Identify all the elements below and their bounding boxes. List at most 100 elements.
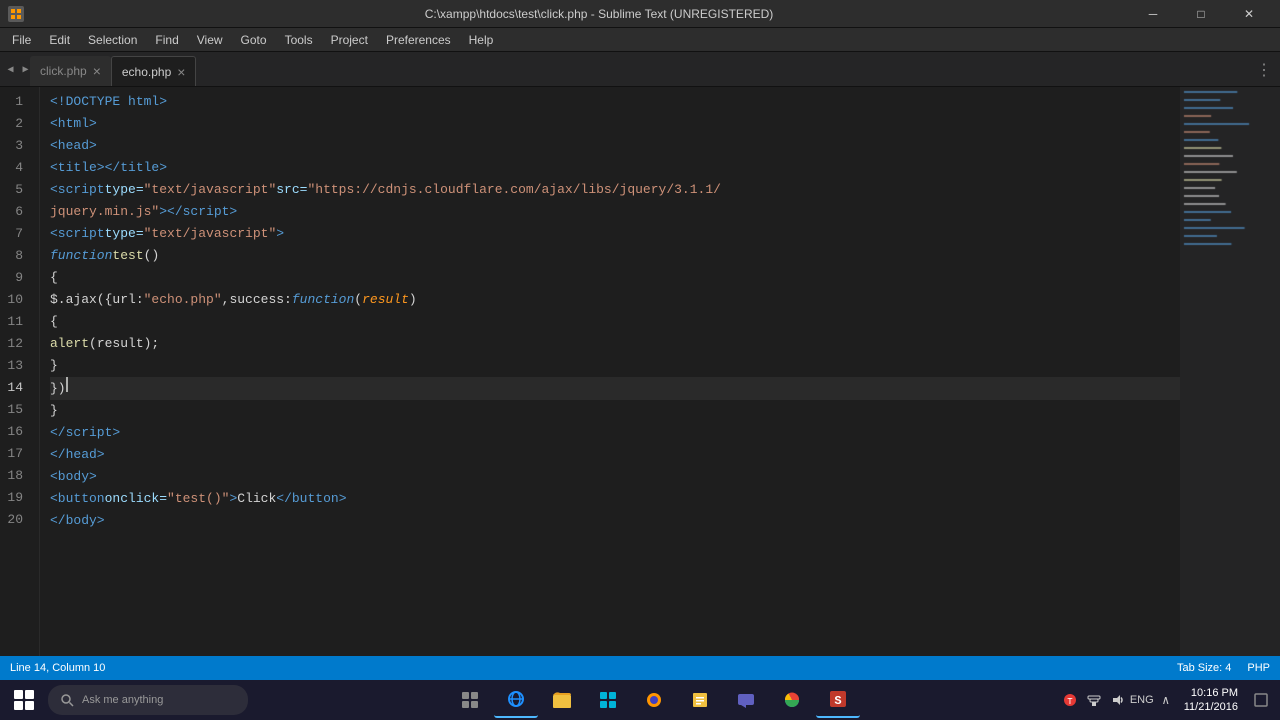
svg-text:T: T (1067, 697, 1073, 707)
code-line-5: <script type="text/javascript" src="http… (50, 179, 1180, 201)
code-area[interactable]: <!DOCTYPE html><html><head> <title></tit… (40, 87, 1180, 656)
minimap (1180, 87, 1280, 656)
line-number-16: 16 (0, 421, 31, 443)
tab-click-php-label: click.php (40, 64, 87, 78)
tab-right-controls: ⋮ (1248, 52, 1280, 87)
menu-item-edit[interactable]: Edit (41, 31, 78, 49)
task-view-button[interactable] (448, 682, 492, 718)
tray-keyboard-icon[interactable]: ENG (1132, 690, 1152, 710)
tab-size-indicator[interactable]: Tab Size: 4 (1177, 662, 1231, 674)
tab-echo-php-label: echo.php (122, 65, 171, 79)
store-button[interactable] (586, 682, 630, 718)
start-button[interactable] (4, 682, 44, 718)
code-line-2: <html> (50, 113, 1180, 135)
system-clock[interactable]: 10:16 PM 11/21/2016 (1184, 686, 1238, 715)
tab-echo-php-close[interactable]: × (177, 65, 185, 79)
line-numbers: 1234567891011121314151617181920 (0, 87, 40, 656)
line-number-8: 8 (0, 245, 31, 267)
title-bar: C:\xampp\htdocs\test\click.php - Sublime… (0, 0, 1280, 28)
task-view-icon (460, 690, 480, 710)
code-line-6: jquery.min.js"></script> (50, 201, 1180, 223)
tray-volume-icon[interactable] (1108, 690, 1128, 710)
files-button[interactable] (678, 682, 722, 718)
line-number-20: 20 (0, 509, 31, 531)
messages-button[interactable] (724, 682, 768, 718)
menu-item-tools[interactable]: Tools (277, 31, 321, 49)
code-line-9: { (50, 267, 1180, 289)
line-number-10: 10 (0, 289, 31, 311)
tab-bar: ◀ ▶ click.php × echo.php × ⋮ (0, 52, 1280, 87)
search-bar[interactable]: Ask me anything (48, 685, 248, 715)
code-line-14: }) (50, 377, 1180, 400)
close-button[interactable]: ✕ (1226, 0, 1272, 28)
menu-item-goto[interactable]: Goto (233, 31, 275, 49)
line-number-9: 9 (0, 267, 31, 289)
line-col-indicator[interactable]: Line 14, Column 10 (10, 662, 105, 674)
code-line-15: } (50, 400, 1180, 422)
line-number-15: 15 (0, 399, 31, 421)
line-number-3: 3 (0, 135, 31, 157)
sublime-icon: S (827, 688, 849, 710)
taskbar: Ask me anything (0, 680, 1280, 720)
line-number-4: 4 (0, 157, 31, 179)
ie-button[interactable] (494, 682, 538, 718)
menu-item-find[interactable]: Find (147, 31, 186, 49)
menu-item-help[interactable]: Help (461, 31, 502, 49)
status-left: Line 14, Column 10 (10, 662, 105, 674)
tab-click-php-close[interactable]: × (93, 64, 101, 78)
file-explorer-icon (551, 689, 573, 711)
tray-antivirus-icon[interactable]: T (1060, 690, 1080, 710)
line-number-5: 5 (0, 179, 31, 201)
line-number-19: 19 (0, 487, 31, 509)
clock-time: 10:16 PM (1184, 686, 1238, 700)
line-number-11: 11 (0, 311, 31, 333)
taskbar-right: T ENG ∧ 10:16 PM 11/21/2016 (1060, 685, 1276, 715)
minimize-button[interactable]: ─ (1130, 0, 1176, 28)
window-controls: ─ □ ✕ (1130, 0, 1272, 28)
tab-overflow-button[interactable]: ⋮ (1252, 60, 1276, 80)
volume-icon (1110, 692, 1126, 708)
code-line-18: <body> (50, 466, 1180, 488)
text-cursor (66, 377, 68, 392)
menu-item-file[interactable]: File (4, 31, 39, 49)
sublime-button[interactable]: S (816, 682, 860, 718)
search-placeholder: Ask me anything (82, 694, 163, 706)
line-number-7: 7 (0, 223, 31, 245)
line-number-14: 14 (0, 377, 31, 399)
tab-prev-button[interactable]: ◀ (4, 52, 17, 87)
line-number-2: 2 (0, 113, 31, 135)
notification-icon (1253, 692, 1269, 708)
tray-network-icon[interactable] (1084, 690, 1104, 710)
menu-item-selection[interactable]: Selection (80, 31, 145, 49)
menu-item-preferences[interactable]: Preferences (378, 31, 459, 49)
code-line-10: $.ajax({url:"echo.php",success:function(… (50, 289, 1180, 311)
chrome-icon (781, 689, 803, 711)
code-line-7: <script type="text/javascript"> (50, 223, 1180, 245)
menu-bar: FileEditSelectionFindViewGotoToolsProjec… (0, 28, 1280, 52)
line-number-17: 17 (0, 443, 31, 465)
firefox-button[interactable] (632, 682, 676, 718)
line-number-13: 13 (0, 355, 31, 377)
file-explorer-button[interactable] (540, 682, 584, 718)
code-line-3: <head> (50, 135, 1180, 157)
status-right: Tab Size: 4 PHP (1177, 662, 1270, 674)
menu-item-project[interactable]: Project (323, 31, 376, 49)
taskbar-apps: S (448, 682, 860, 718)
line-number-18: 18 (0, 465, 31, 487)
notification-button[interactable] (1246, 685, 1276, 715)
code-line-1: <!DOCTYPE html> (50, 91, 1180, 113)
menu-item-view[interactable]: View (189, 31, 231, 49)
syntax-indicator[interactable]: PHP (1247, 662, 1270, 674)
editor-area: 1234567891011121314151617181920 <!DOCTYP… (0, 87, 1280, 656)
tray-expand-icon[interactable]: ∧ (1156, 690, 1176, 710)
tab-echo-php[interactable]: echo.php × (111, 56, 197, 86)
code-line-13: } (50, 355, 1180, 377)
tab-click-php[interactable]: click.php × (30, 56, 111, 86)
code-line-16: </script> (50, 422, 1180, 444)
ie-icon (505, 688, 527, 710)
code-line-17: </head> (50, 444, 1180, 466)
code-line-11: { (50, 311, 1180, 333)
code-line-4: <title></title> (50, 157, 1180, 179)
maximize-button[interactable]: □ (1178, 0, 1224, 28)
chrome-button[interactable] (770, 682, 814, 718)
